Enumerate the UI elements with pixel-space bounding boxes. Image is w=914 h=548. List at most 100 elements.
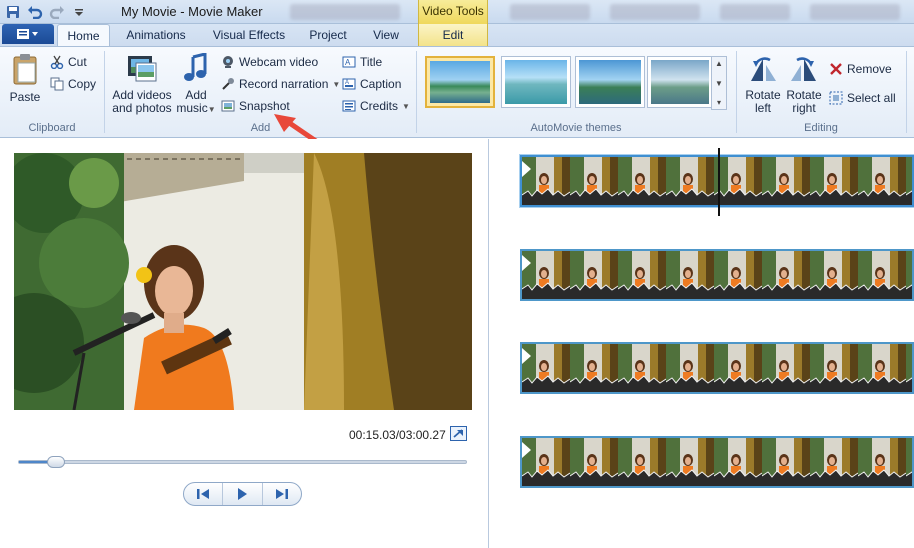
cut-label: Cut [68,55,87,69]
blurred-background-tab [610,4,700,20]
previous-frame-button[interactable] [184,483,224,505]
clip-frame-thumbnail [857,157,907,205]
rotate-right-label-line2: right [792,101,816,115]
blurred-background-tab [720,4,790,20]
video-tools-context-label: Video Tools [418,0,488,24]
seek-bar[interactable] [18,456,467,468]
tab-project[interactable]: Project [302,24,354,46]
editing-group: Rotate left Rotate right Remove Select a… [737,47,905,137]
clip-frame-thumbnail [569,438,619,486]
file-menu-button[interactable] [2,24,54,44]
record-narration-button[interactable]: Record narration ▼ [221,77,340,91]
playback-timecode: 00:15.03/03:00.27 [349,428,446,442]
add-videos-and-photos-button[interactable]: Add videos and photos [110,53,174,115]
clip-frame-thumbnail [857,251,907,299]
caption-label: Caption [360,77,402,91]
cut-button[interactable]: Cut [50,55,87,69]
ribbon-home: Paste Cut Copy Clipboard Add videos and … [0,46,914,138]
theme-thumbnail-contemporary[interactable] [501,56,571,108]
undo-icon[interactable] [26,3,44,21]
next-frame-icon [275,489,288,499]
clip-frame-thumbnail [761,251,811,299]
video-clip-strip[interactable] [520,436,914,488]
tab-edit[interactable]: Edit [418,24,488,46]
gallery-expand-icon[interactable]: ▾ [717,98,721,107]
webcam-video-label: Webcam video [239,55,319,69]
dropdown-caret-icon: ▼ [332,79,341,89]
clip-start-marker-icon [522,442,531,458]
clip-frame-thumbnail [761,157,811,205]
copy-button[interactable]: Copy [50,77,96,91]
paste-label: Paste [9,90,41,104]
file-menu-icon [17,29,38,39]
video-clip-strip[interactable] [520,342,914,394]
clip-frame-thumbnail [905,251,912,299]
select-all-icon [829,91,843,105]
tab-view[interactable]: View [363,24,409,46]
storyboard-pane [490,139,914,548]
paste-button[interactable]: Paste [7,53,43,104]
select-all-button[interactable]: Select all [829,91,896,105]
rotate-right-icon [791,57,816,81]
clipboard-group-label: Clipboard [28,122,76,134]
add-group: Add videos and photos Add music▼ Webcam … [105,47,416,137]
clip-frame-thumbnail [713,157,763,205]
theme-thumbnail-default[interactable] [425,56,495,108]
webcam-video-button[interactable]: Webcam video [221,55,318,69]
preview-pane: 00:15.03/03:00.27 [0,139,489,548]
play-icon [238,488,248,500]
blurred-background-tab [290,4,400,20]
scroll-up-icon[interactable]: ▲ [715,59,723,68]
theme-thumbnail-cinematic[interactable] [575,56,645,108]
remove-button[interactable]: Remove [829,62,892,76]
playback-controls [183,482,302,506]
copy-icon [50,77,64,91]
video-preview[interactable] [14,153,472,410]
expand-arrow-icon [453,429,463,438]
seek-bar-thumb[interactable] [47,456,66,468]
rotate-right-button[interactable]: Rotate right [784,55,824,115]
add-music-button[interactable]: Add music▼ [176,52,216,116]
tab-animations[interactable]: Animations [118,24,194,46]
paste-icon [13,54,37,85]
clip-frame-thumbnail [905,344,912,392]
fullscreen-preview-button[interactable] [450,426,467,441]
clip-frame-thumbnail [857,344,907,392]
clip-frame-thumbnail [569,157,619,205]
previous-frame-icon [197,489,210,499]
clip-frame-thumbnail [617,438,667,486]
title-button[interactable]: A Title [342,55,382,69]
clip-frame-thumbnail [713,251,763,299]
customize-toolbar-icon[interactable] [70,3,88,21]
credits-button[interactable]: Credits ▼ [342,99,410,113]
scroll-down-icon[interactable]: ▼ [715,79,723,88]
save-icon[interactable] [4,3,22,21]
clip-frame-thumbnail [905,438,912,486]
title-bar: My Movie - Movie Maker Video Tools [0,0,914,24]
clipboard-group: Paste Cut Copy Clipboard [0,47,104,137]
clip-frame-thumbnail [617,344,667,392]
clip-frame-thumbnail [857,438,907,486]
credits-icon [342,100,356,112]
tab-visual-effects[interactable]: Visual Effects [203,24,295,46]
caption-button[interactable]: A Caption [342,77,401,91]
video-clip-strip[interactable] [520,155,914,207]
theme-thumbnail-pan-and-zoom[interactable] [647,56,713,108]
credits-label: Credits [360,99,399,113]
blurred-background-tab [510,4,590,20]
play-button[interactable] [223,483,263,505]
themes-gallery-scroll[interactable]: ▲ ▼ ▾ [711,56,727,110]
window-title: My Movie - Movie Maker [121,4,263,19]
clip-start-marker-icon [522,348,531,364]
redo-icon[interactable] [48,3,66,21]
group-separator [906,51,907,133]
clip-frame-thumbnail [809,157,859,205]
snapshot-icon [221,100,235,112]
rotate-left-button[interactable]: Rotate left [743,55,783,115]
tab-home[interactable]: Home [57,24,110,46]
clip-frame-thumbnail [617,157,667,205]
video-clip-strip[interactable] [520,249,914,301]
storyboard-playhead[interactable] [718,148,720,216]
rotate-left-icon [751,57,776,81]
next-frame-button[interactable] [263,483,301,505]
